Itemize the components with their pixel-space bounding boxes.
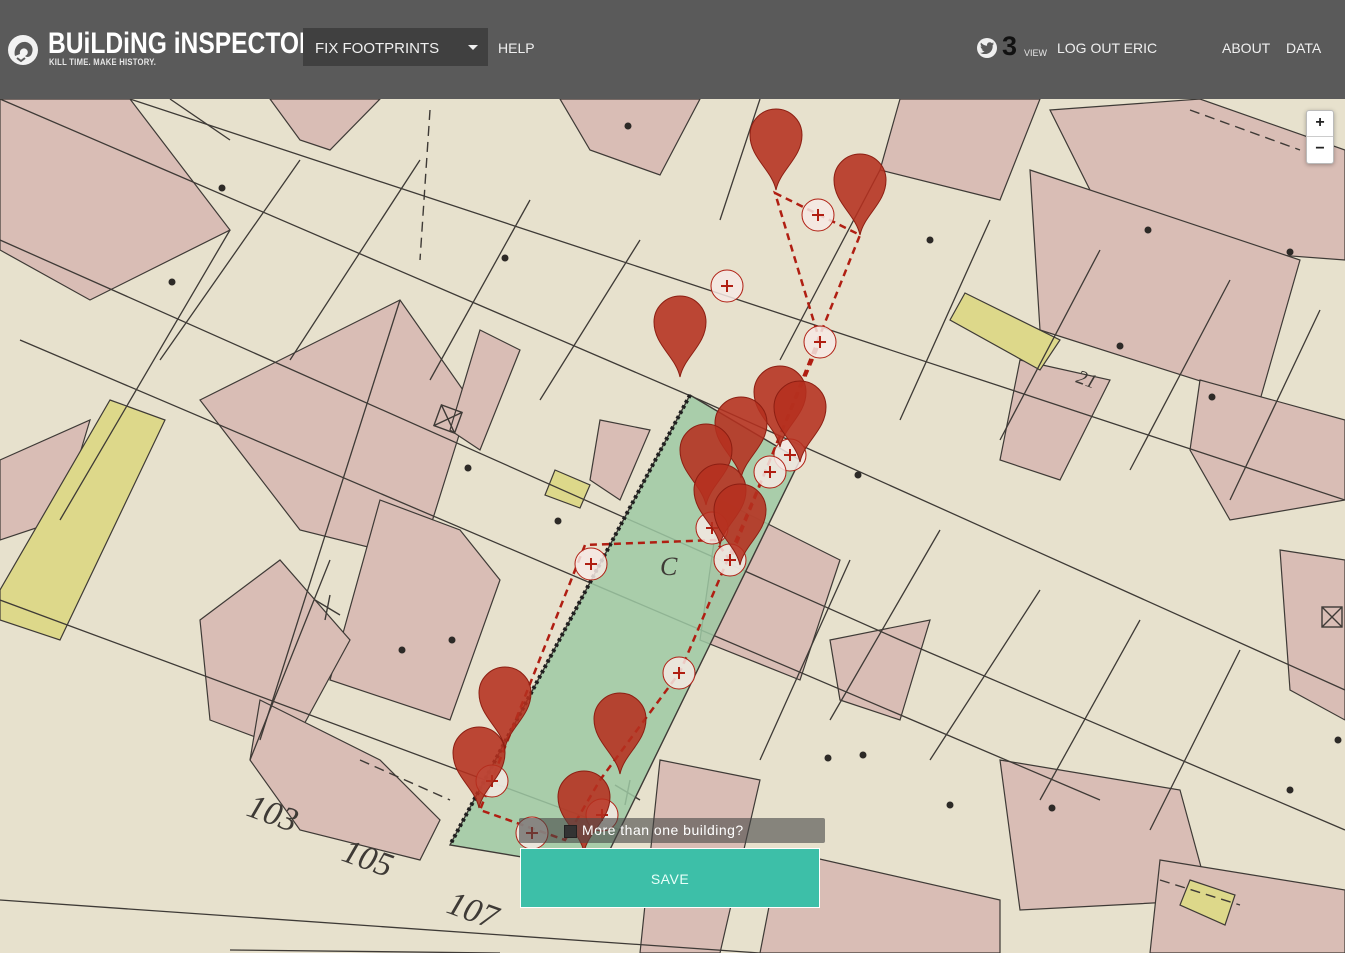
task-select-value: FIX FOOTPRINTS	[315, 40, 440, 57]
app-tagline: KILL TIME. MAKE HISTORY.	[49, 57, 157, 67]
score-count: 3	[1002, 31, 1018, 61]
save-button[interactable]: SAVE	[520, 848, 820, 908]
twitter-bird-icon[interactable]	[977, 38, 997, 58]
midpoint-handle[interactable]	[574, 547, 608, 581]
lion-head-icon[interactable]	[7, 34, 39, 66]
multiple-buildings-option: More than one building?	[519, 818, 825, 843]
zoom-control: + −	[1306, 110, 1334, 164]
midpoint-handle[interactable]	[803, 325, 837, 359]
about-link[interactable]: ABOUT	[1222, 40, 1270, 56]
top-navbar: BUiLDiNG iNSPECTOR KILL TIME. MAKE HISTO…	[0, 0, 1345, 99]
help-link[interactable]: HELP	[498, 40, 535, 56]
multiple-buildings-checkbox[interactable]	[564, 825, 577, 838]
app-title[interactable]: BUiLDiNG iNSPECTOR	[48, 27, 317, 61]
data-link[interactable]: DATA	[1286, 40, 1321, 56]
task-select[interactable]: FIX FOOTPRINTS	[303, 28, 488, 66]
logout-link[interactable]: LOG OUT ERIC	[1057, 40, 1157, 56]
zoom-in-button[interactable]: +	[1307, 111, 1333, 137]
midpoint-handle[interactable]	[801, 198, 835, 232]
midpoint-handle[interactable]	[710, 269, 744, 303]
lot-letter: C	[660, 552, 678, 581]
zoom-out-button[interactable]: −	[1307, 137, 1333, 163]
midpoint-handle[interactable]	[662, 656, 696, 690]
multiple-buildings-label[interactable]: More than one building?	[582, 822, 744, 838]
caret-down-icon	[468, 45, 478, 50]
view-label[interactable]: VIEW	[1024, 48, 1047, 58]
midpoint-handle[interactable]	[753, 455, 787, 489]
